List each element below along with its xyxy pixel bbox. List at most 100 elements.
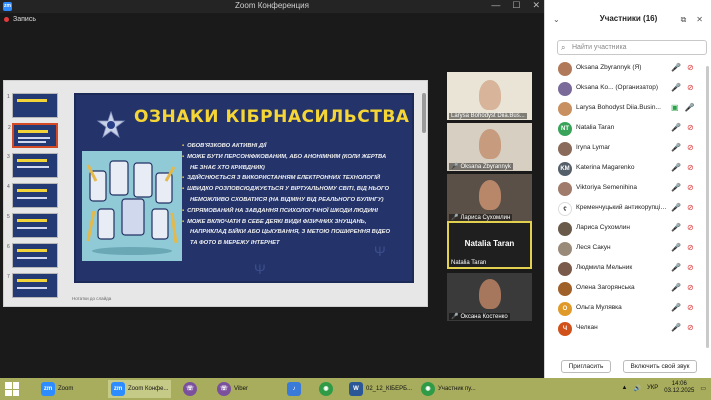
participant-row[interactable]: Ч Челкан 🎤 ⊘ (545, 320, 705, 338)
maximize-button[interactable]: ☐ (512, 0, 520, 11)
mic-muted-icon[interactable]: 🎤 (671, 123, 681, 132)
participant-name: Larysa Bohodyst Diia.Busin... (576, 104, 661, 111)
audio-icon: ♪ (287, 382, 301, 396)
slide-thumbnail[interactable]: 7 (7, 273, 58, 298)
taskbar-zoom[interactable]: zm Zoom (38, 380, 76, 398)
slide-thumbnail[interactable]: 3 (7, 153, 58, 178)
participant-row[interactable]: Людмила Мельник 🎤 ⊘ (545, 260, 705, 278)
system-tray: ▲ 🔊 УКР 14:06 03.12.2025 ▭ (622, 381, 706, 395)
video-tile-name: Oksana Zbyrannyk (460, 163, 511, 170)
slide-notes[interactable]: Нотатки до слайда (72, 296, 111, 301)
video-off-icon[interactable]: ⊘ (687, 303, 694, 312)
participant-row[interactable]: О Ольга Мулявка 🎤 ⊘ (545, 300, 705, 318)
mic-muted-icon[interactable]: 🎤 (671, 223, 681, 232)
taskbar-label: Участник пу... (438, 386, 476, 392)
video-off-icon[interactable]: ⊘ (687, 123, 694, 132)
participant-row[interactable]: Larysa Bohodyst Diia.Busin... ▣ 🎤 (545, 100, 705, 118)
mic-muted-icon[interactable]: 🎤 (671, 203, 681, 212)
mic-muted-icon[interactable]: 🎤 (671, 63, 681, 72)
unmute-self-button[interactable]: Включить свой звук (623, 360, 697, 373)
video-off-icon[interactable]: ⊘ (687, 143, 694, 152)
taskbar-viber-extra[interactable]: ☏ (180, 380, 200, 398)
participant-row[interactable]: ʕ Кременчуцький антикорупційн... 🎤 ⊘ (545, 200, 705, 218)
participant-row[interactable]: Олена Загорянська 🎤 ⊘ (545, 280, 705, 298)
taskbar-label: Viber (234, 386, 248, 392)
taskbar-chrome[interactable]: ◉ (316, 380, 336, 398)
video-off-icon[interactable]: ⊘ (687, 183, 694, 192)
participant-row[interactable]: Oksana Ko... (Организатор) 🎤 ⊘ (545, 80, 705, 98)
viber-icon: ☏ (217, 382, 231, 396)
mic-muted-icon[interactable]: 🎤 (671, 323, 681, 332)
video-off-icon[interactable]: ⊘ (687, 223, 694, 232)
windows-start-icon[interactable] (5, 382, 19, 396)
video-tile[interactable]: 🎤 Oksana Zbyrannyk (447, 123, 532, 171)
mic-muted-icon[interactable]: 🎤 (671, 163, 681, 172)
zoom-icon: zm (41, 382, 55, 396)
taskbar-word-document[interactable]: W 02_12_КІБЕРБ... (346, 380, 415, 398)
popout-icon[interactable]: ⧉ (681, 15, 687, 25)
participant-row[interactable]: NT Natalia Taran 🎤 ⊘ (545, 120, 705, 138)
taskbar-chrome-participant[interactable]: ◉ Участник пу... (418, 380, 479, 398)
video-off-icon[interactable]: ⊘ (687, 243, 694, 252)
slide-scrollbar[interactable] (422, 93, 426, 133)
minimize-button[interactable]: — (491, 0, 500, 11)
current-slide: ОЗНАКИ КІБРНАСИЛЬСТВА ОБОВ'ЯЗКОВО АКТИВН… (74, 93, 414, 283)
video-off-icon[interactable]: ⊘ (687, 283, 694, 292)
participant-name: Oksana Ko... (Организатор) (576, 84, 659, 91)
taskbar-viber[interactable]: ☏ Viber (214, 380, 251, 398)
taskbar-audio[interactable]: ♪ (284, 380, 304, 398)
participants-scrollbar[interactable] (706, 66, 709, 348)
participant-search-input[interactable]: ⌕ Найти участника (557, 40, 707, 55)
taskbar-zoom-meeting[interactable]: zm Zoom Конфе... (108, 380, 172, 398)
network-icon[interactable]: ▲ (622, 385, 628, 391)
video-tile[interactable]: Larysa Bohodyst Diia.Bus... (447, 72, 532, 120)
participant-row[interactable]: Iryna Lymar 🎤 ⊘ (545, 140, 705, 158)
mic-muted-icon[interactable]: 🎤 (671, 243, 681, 252)
language-indicator[interactable]: УКР (647, 385, 658, 391)
mic-muted-icon[interactable]: 🎤 (671, 263, 681, 272)
video-off-icon[interactable]: ⊘ (687, 323, 694, 332)
search-placeholder: Найти участника (572, 44, 627, 51)
mic-muted-icon: 🎤 (451, 164, 459, 170)
slide-thumbnail[interactable]: 1 (7, 93, 58, 118)
volume-icon[interactable]: 🔊 (634, 385, 641, 392)
mic-muted-icon[interactable]: 🎤 (671, 183, 681, 192)
slide-thumbnail[interactable]: 6 (7, 243, 58, 268)
video-off-icon[interactable]: ⊘ (687, 63, 694, 72)
participant-name: Челкан (576, 324, 598, 331)
close-panel-icon[interactable]: ✕ (696, 15, 703, 25)
participant-name: Iryna Lymar (576, 144, 611, 151)
mic-muted-icon[interactable]: 🎤 (671, 83, 681, 92)
video-tile[interactable]: 🎤 Оксана Костенко (447, 273, 532, 321)
participants-panel: ⌄ Участники (16) ⧉ ✕ ⌕ Найти участника O… (544, 0, 711, 378)
video-off-icon[interactable]: ⊘ (687, 263, 694, 272)
avatar (558, 282, 572, 296)
close-button[interactable]: ✕ (532, 0, 540, 11)
slide-thumbnail[interactable]: 5 (7, 213, 58, 238)
clock[interactable]: 14:06 03.12.2025 (664, 381, 694, 395)
participant-row[interactable]: Oksana Zbyrannyk (Я) 🎤 ⊘ (545, 60, 705, 78)
mic-on-icon[interactable]: 🎤 (685, 103, 695, 112)
participant-row[interactable]: Леся Сакун 🎤 ⊘ (545, 240, 705, 258)
mic-muted-icon[interactable]: 🎤 (671, 303, 681, 312)
avatar (558, 222, 572, 236)
video-off-icon[interactable]: ⊘ (687, 203, 694, 212)
video-off-icon[interactable]: ⊘ (687, 163, 694, 172)
video-on-icon[interactable]: ▣ (671, 103, 679, 112)
shared-screen[interactable]: 1 2 3 4 5 6 7 ОЗНАКИ КІБРНАСИЛЬСТВА ▪ ОБ… (3, 80, 428, 307)
participant-row[interactable]: KM Katerina Magarenko 🎤 ⊘ (545, 160, 705, 178)
participant-row[interactable]: Лариса Сухомлин 🎤 ⊘ (545, 220, 705, 238)
slide-thumbnail[interactable]: 4 (7, 183, 58, 208)
video-off-icon[interactable]: ⊘ (687, 83, 694, 92)
video-tile-name: Larysa Bohodyst Diia.Bus... (451, 113, 525, 119)
video-tile-active-speaker[interactable]: Natalia Taran Natalia Taran (447, 221, 532, 269)
slide-thumbnail-active[interactable]: 2 (8, 123, 58, 148)
notifications-icon[interactable]: ▭ (700, 385, 706, 392)
video-tile[interactable]: 🎤 Лариса Сухомлин (447, 174, 532, 222)
recording-indicator[interactable]: Запись (4, 16, 36, 23)
mic-muted-icon[interactable]: 🎤 (671, 283, 681, 292)
participant-row[interactable]: Viktoriya Semenihina 🎤 ⊘ (545, 180, 705, 198)
record-dot-icon (4, 17, 9, 22)
mic-muted-icon[interactable]: 🎤 (671, 143, 681, 152)
invite-button[interactable]: Пригласить (561, 360, 611, 373)
